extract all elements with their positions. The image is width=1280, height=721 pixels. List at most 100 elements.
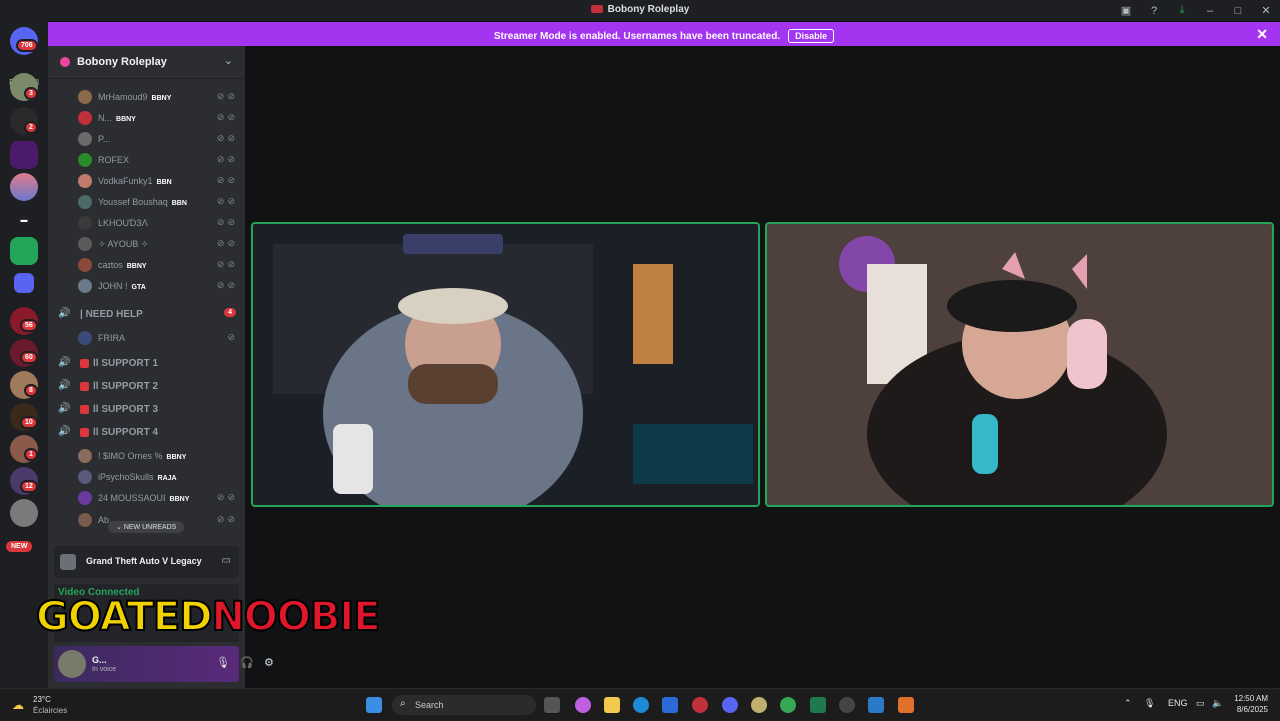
help-icon[interactable]: ?	[1140, 5, 1168, 17]
mic-icon[interactable]: 🎙	[216, 656, 230, 669]
voice-member[interactable]: FRIRA ⊘	[78, 329, 238, 347]
muted-deafened-icon: ⊘⊘	[216, 154, 238, 164]
speaker-icon: 🔊	[58, 403, 71, 414]
stream-overlay-logo: GOATEDNOOBIE	[35, 593, 382, 641]
voice-member[interactable]: MrHamoud9 BBNY ⊘⊘	[78, 88, 238, 106]
voice-member[interactable]: JOHN ! GTA ⊘⊘	[78, 277, 238, 295]
avatar	[78, 470, 92, 484]
weather-icon: ☁	[12, 698, 24, 712]
muted-deafened-icon: ⊘⊘	[216, 91, 238, 101]
guild-name: Bobony Roleplay	[77, 56, 167, 68]
app-icon[interactable]	[810, 697, 826, 713]
app-logo-icon	[590, 5, 603, 14]
mic-tray-icon[interactable]: 🎙	[1144, 698, 1155, 709]
avatar	[78, 90, 92, 104]
close-window-button[interactable]: ✕	[1252, 4, 1280, 17]
speaker-icon: 🔊	[58, 308, 71, 319]
video-tile-1[interactable]	[251, 222, 760, 507]
channel-emoji-icon	[80, 427, 89, 437]
voice-member[interactable]: iPsychoSkulls RAJA	[78, 468, 238, 486]
app-icon[interactable]	[868, 697, 884, 713]
network-icon[interactable]: ▭	[1196, 698, 1205, 709]
avatar	[78, 513, 92, 527]
clock[interactable]: 12:50 AM 8/6/2025	[1234, 693, 1268, 715]
close-banner-icon[interactable]: ✕	[1256, 26, 1268, 43]
video-tile-2[interactable]	[765, 222, 1274, 507]
guild-header[interactable]: Bobony Roleplay ⌄	[48, 46, 245, 79]
app-icon[interactable]	[692, 697, 708, 713]
voice-channel-support-1[interactable]: 🔊 ll SUPPORT 1	[58, 354, 238, 374]
avatar	[78, 491, 92, 505]
settings-gear-icon[interactable]: ⚙	[264, 656, 274, 669]
voice-member[interactable]: VodkaFunky1 BBN ⊘⊘	[78, 172, 238, 190]
start-button-icon[interactable]	[366, 697, 382, 713]
minimize-button[interactable]: –	[1196, 5, 1224, 17]
new-servers-pill[interactable]: NEW	[6, 541, 33, 552]
copilot-icon[interactable]	[575, 697, 591, 713]
muted-deafened-icon: ⊘⊘	[216, 259, 238, 269]
muted-deafened-icon: ⊘⊘	[216, 196, 238, 206]
voice-channel-support-3[interactable]: 🔊 ll SUPPORT 3	[58, 400, 238, 420]
user-avatar[interactable]	[58, 650, 86, 678]
speaker-icon: 🔊	[58, 357, 71, 368]
language-indicator[interactable]: ENG	[1168, 698, 1188, 708]
muted-deafened-icon: ⊘⊘	[216, 238, 238, 248]
voice-member[interactable]: 24 MOUSSAOUI BBNY ⊘⊘	[78, 489, 238, 507]
taskbar: ☁ 23°C Éclaircies ⌕ Search ⌃ 🎙 ENG ▭ 🔈 1…	[0, 688, 1280, 721]
search-icon: ⌕	[400, 698, 406, 709]
avatar	[78, 237, 92, 251]
file-explorer-icon[interactable]	[604, 697, 620, 713]
chrome-icon[interactable]	[780, 697, 796, 713]
volume-icon[interactable]: 🔈	[1212, 698, 1223, 709]
app-icon[interactable]	[898, 697, 914, 713]
server-list: 706 Read All 3 2 ▬ 56 60 8 10 1 12 NEW	[0, 21, 48, 688]
voice-channel-need-help[interactable]: 🔊 | NEED HELP 4	[58, 305, 238, 325]
inbox-icon[interactable]: ▣	[1112, 4, 1140, 17]
voice-member[interactable]: N... BBNY ⊘⊘	[78, 109, 238, 127]
chevron-down-icon[interactable]: ⌄	[224, 54, 233, 67]
task-view-icon[interactable]	[544, 697, 560, 713]
voice-channel-support-2[interactable]: 🔊 ll SUPPORT 2	[58, 377, 238, 397]
voice-member[interactable]: ROFEX ⊘⊘	[78, 151, 238, 169]
headphones-icon[interactable]: 🎧	[240, 656, 254, 669]
screen-share-icon[interactable]: ▭	[222, 555, 231, 566]
avatar	[78, 195, 92, 209]
voice-member[interactable]: ✧ AYOUB ✧ ⊘⊘	[78, 235, 238, 253]
app-icon[interactable]	[751, 697, 767, 713]
download-icon[interactable]: ⤓	[1168, 4, 1196, 17]
voice-channel-support-4[interactable]: 🔊 ll SUPPORT 4	[58, 423, 238, 443]
folder-icon[interactable]	[14, 273, 34, 293]
voice-member[interactable]: ! $IMO Ornes % BBNY	[78, 447, 238, 465]
voice-member[interactable]: caɪtos BBNY ⊘⊘	[78, 256, 238, 274]
avatar	[78, 279, 92, 293]
server-icon[interactable]	[10, 173, 38, 201]
search-box[interactable]: ⌕ Search	[392, 695, 536, 715]
server-icon[interactable]	[10, 141, 38, 169]
disable-streamer-mode-button[interactable]: Disable	[788, 29, 835, 43]
chevron-up-icon[interactable]: ⌃	[1124, 698, 1132, 709]
streamer-mode-banner: Streamer Mode is enabled. Usernames have…	[48, 22, 1280, 46]
window-title: Bobony Roleplay	[0, 4, 1280, 15]
muted-deafened-icon: ⊘⊘	[216, 217, 238, 227]
maximize-button[interactable]: □	[1224, 5, 1252, 17]
voice-member[interactable]: P... ⊘⊘	[78, 130, 238, 148]
avatar	[78, 174, 92, 188]
game-activity[interactable]: Grand Theft Auto V Legacy ▭	[54, 546, 239, 578]
voice-member[interactable]: Youssef Boushaq BBN ⊘⊘	[78, 193, 238, 211]
avatar	[78, 216, 92, 230]
channel-emoji-icon	[80, 381, 89, 391]
store-icon[interactable]	[662, 697, 678, 713]
muted-deafened-icon: ⊘⊘	[216, 492, 238, 502]
edge-browser-icon[interactable]	[633, 697, 649, 713]
server-icon[interactable]	[10, 499, 38, 527]
guild-icon	[60, 57, 70, 67]
voice-member[interactable]: ĿΚНОUƊЗΛ ⊘⊘	[78, 214, 238, 232]
server-badge: 8	[24, 384, 38, 397]
muted-deafened-icon: ⊘⊘	[216, 133, 238, 143]
server-icon[interactable]	[10, 237, 38, 265]
obs-icon[interactable]	[839, 697, 855, 713]
new-unreads-pill[interactable]: ⌄ NEW UNREADS	[108, 521, 185, 533]
avatar	[78, 331, 92, 345]
server-icon[interactable]: ▬	[10, 207, 38, 235]
discord-icon[interactable]	[722, 697, 738, 713]
